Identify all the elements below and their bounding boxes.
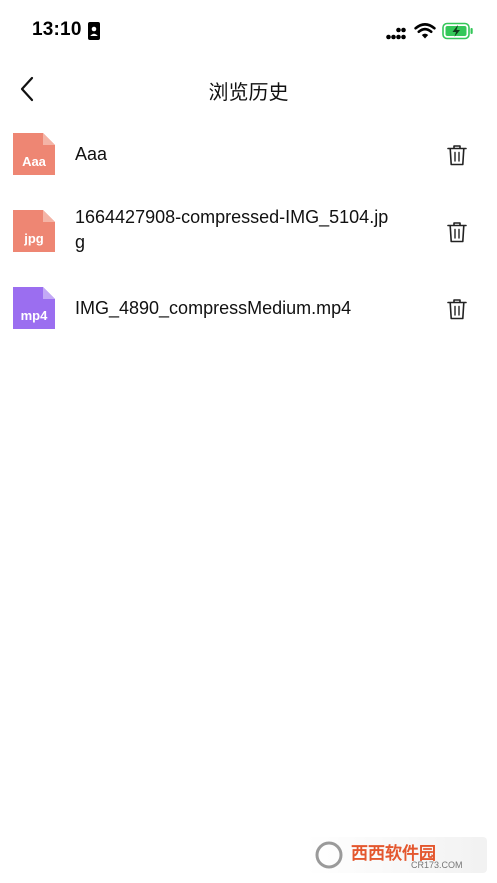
trash-icon <box>447 222 467 243</box>
delete-button[interactable] <box>446 143 468 167</box>
delete-button[interactable] <box>446 297 468 321</box>
trash-icon <box>447 299 467 320</box>
status-time: 13:10 <box>32 19 82 40</box>
page-title: 浏览历史 <box>208 80 289 104</box>
wifi-icon <box>414 23 436 39</box>
file-video-icon: mp4 <box>13 287 55 329</box>
file-document-icon: Aaa <box>13 133 55 175</box>
status-bar: 13:10 <box>0 0 497 60</box>
cellular-signal-icon <box>386 27 406 40</box>
watermark-domain: CR173.COM <box>411 860 463 870</box>
nav-bar: 浏览历史 <box>0 60 497 116</box>
id-badge-icon <box>88 22 100 40</box>
file-type-label: mp4 <box>20 308 48 323</box>
file-type-label: jpg <box>24 231 44 246</box>
list-item[interactable]: mp4 IMG_4890_compressMedium.mp4 <box>0 270 497 347</box>
file-type-label: Aaa <box>22 154 46 169</box>
file-name: 1664427908-compressed-IMG_5104.jpg <box>75 207 389 252</box>
delete-button[interactable] <box>446 220 468 244</box>
file-name: Aaa <box>75 144 108 164</box>
watermark-logo: 西西软件园 CR173.COM <box>315 841 463 870</box>
battery-charging-icon <box>442 22 473 40</box>
trash-icon <box>447 145 467 166</box>
list-item[interactable]: jpg 1664427908-compressed-IMG_5104.jpg <box>0 193 497 270</box>
file-name: IMG_4890_compressMedium.mp4 <box>75 298 352 318</box>
file-image-icon: jpg <box>13 210 55 252</box>
list-item[interactable]: Aaa Aaa <box>0 116 497 193</box>
watermark: 西西软件园 CR173.COM <box>307 837 487 873</box>
